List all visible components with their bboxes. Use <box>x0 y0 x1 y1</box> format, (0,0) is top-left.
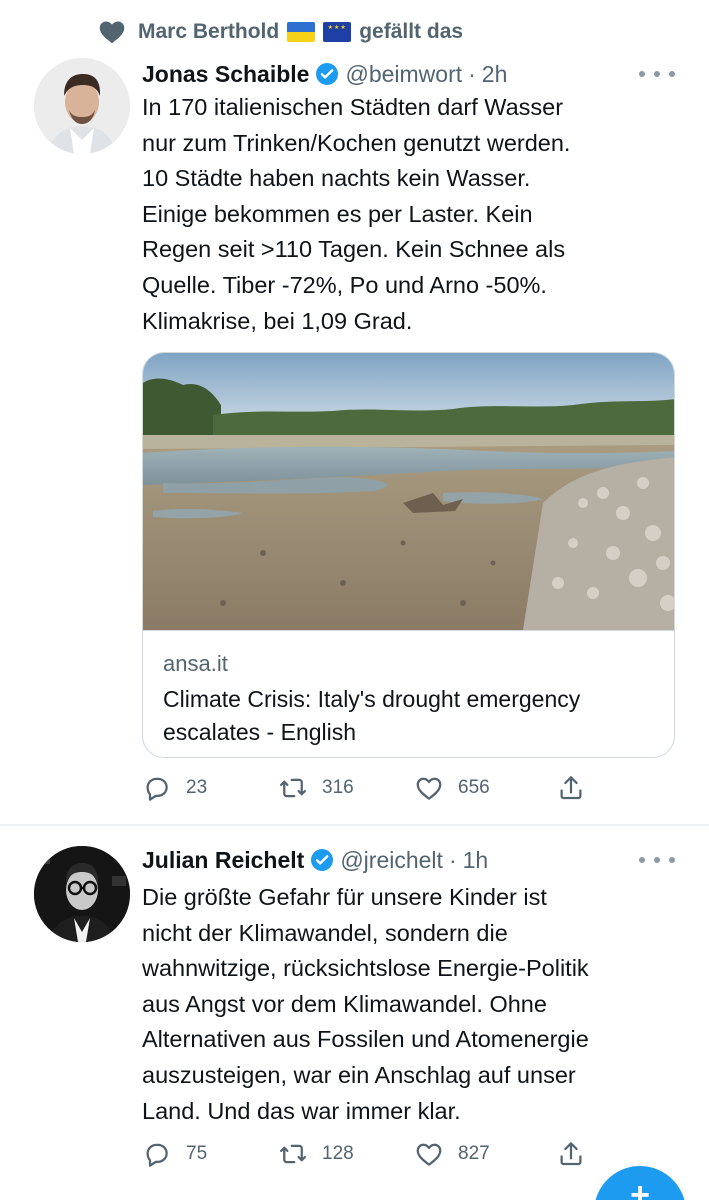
retweet-icon <box>280 778 306 798</box>
tweet-actions: 23 316 656 <box>142 768 586 808</box>
card-domain: ansa.it <box>163 651 228 676</box>
retweet-button[interactable]: 128 <box>278 1139 414 1169</box>
like-button[interactable]: 656 <box>414 773 550 803</box>
avatar[interactable] <box>34 846 130 942</box>
display-name[interactable]: Julian Reichelt <box>142 847 304 874</box>
share-icon <box>560 776 582 800</box>
card-image <box>143 353 674 630</box>
tweet[interactable]: Jonas Schaible @beimwort · 2h In 170 ita… <box>0 52 709 824</box>
retweet-icon <box>280 1144 306 1164</box>
avatar[interactable] <box>34 58 130 154</box>
timestamp[interactable]: 1h <box>463 847 489 874</box>
reply-count: 75 <box>186 1143 208 1164</box>
like-icon <box>416 1143 442 1166</box>
separator-dot: · <box>448 846 457 873</box>
social-context: Marc Berthold gefällt das <box>98 14 463 50</box>
timestamp[interactable]: 2h <box>482 61 508 88</box>
like-icon <box>416 777 442 800</box>
tweet-text: In 170 italienischen Städten darf Wasser… <box>142 94 571 334</box>
tweet-actions: 75 128 827 <box>142 1134 586 1174</box>
reply-icon <box>146 1143 168 1167</box>
compose-plus-icon: + <box>630 1176 650 1200</box>
reply-button[interactable]: 23 <box>142 773 278 803</box>
more-options-icon[interactable] <box>639 62 675 86</box>
liked-suffix: gefällt das <box>359 20 464 43</box>
retweet-button[interactable]: 316 <box>278 773 414 803</box>
eu-flag-icon <box>323 22 352 42</box>
user-handle[interactable]: @jreichelt <box>340 847 443 874</box>
retweet-count: 316 <box>322 777 354 798</box>
like-count: 827 <box>458 1143 490 1164</box>
tweet-header: Julian Reichelt @jreichelt · 1h <box>142 842 488 878</box>
verified-badge-icon <box>316 63 339 85</box>
like-count: 656 <box>458 777 490 798</box>
ukraine-flag-icon <box>287 22 316 42</box>
share-button[interactable] <box>556 1139 586 1169</box>
liker-name[interactable]: Marc Berthold <box>138 20 279 44</box>
link-card[interactable]: ansa.it Climate Crisis: Italy's drought … <box>142 352 675 758</box>
retweet-count: 128 <box>322 1143 354 1164</box>
reply-button[interactable]: 75 <box>142 1139 278 1169</box>
tweet[interactable]: Julian Reichelt @jreichelt · 1h Die größ… <box>0 826 709 1196</box>
tweet-text: Die größte Gefahr für unsere Kinder ist … <box>142 884 589 1124</box>
verified-badge-icon <box>311 849 334 871</box>
more-options-icon[interactable] <box>639 848 675 872</box>
like-button[interactable]: 827 <box>414 1139 550 1169</box>
tweet-header: Jonas Schaible @beimwort · 2h <box>142 56 507 92</box>
share-icon <box>560 1142 582 1166</box>
share-button[interactable] <box>556 773 586 803</box>
reply-icon <box>146 777 168 801</box>
card-title: Climate Crisis: Italy's drought emergenc… <box>163 686 581 745</box>
user-handle[interactable]: @beimwort <box>345 61 462 88</box>
reply-count: 23 <box>186 777 208 798</box>
heart-icon <box>98 18 126 46</box>
display-name[interactable]: Jonas Schaible <box>142 61 309 88</box>
separator-dot: · <box>468 60 476 87</box>
